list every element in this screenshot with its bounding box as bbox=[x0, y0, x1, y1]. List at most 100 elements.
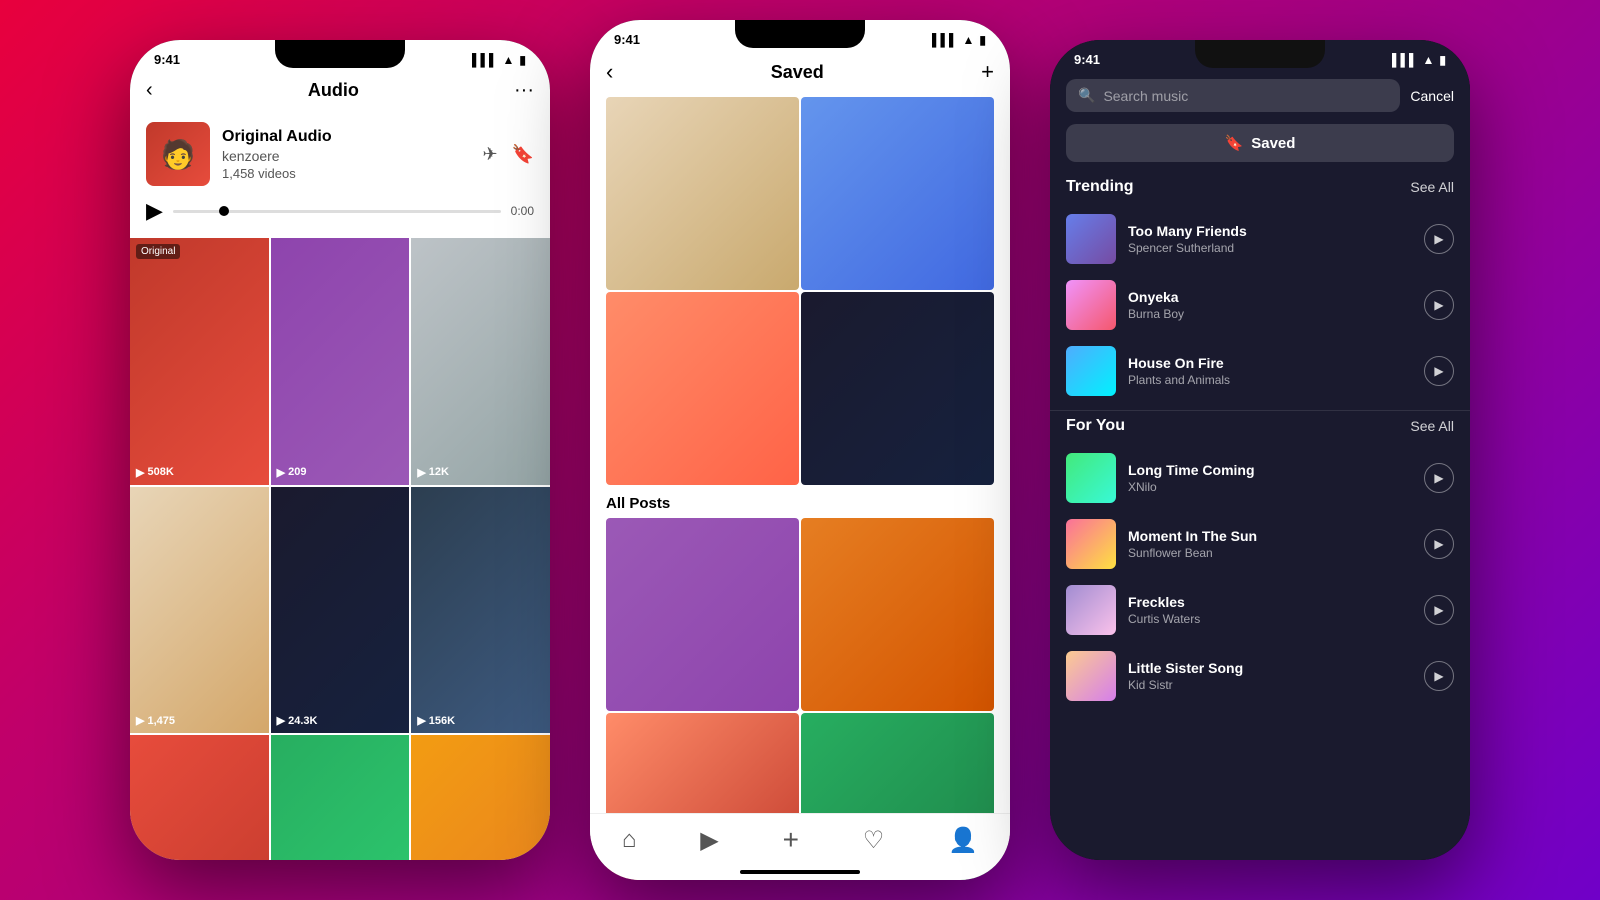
video-cell-7[interactable] bbox=[130, 735, 269, 860]
status-icons-3: ▌▌▌ ▲ ▮ bbox=[1392, 53, 1446, 67]
track-info-5: Moment In The Sun Sunflower Bean bbox=[1128, 528, 1412, 560]
trending-title: Trending bbox=[1066, 178, 1134, 196]
track-thumb-1 bbox=[1066, 214, 1116, 264]
battery-icon-2: ▮ bbox=[979, 33, 986, 47]
track-artist-5: Sunflower Bean bbox=[1128, 546, 1412, 560]
video-count-5: ▶ 24.3K bbox=[277, 714, 318, 727]
wifi-icon: ▲ bbox=[503, 53, 515, 67]
phone-music: 9:41 ▌▌▌ ▲ ▮ 🔍 Search music Cancel 🔖 Sav… bbox=[1050, 40, 1470, 860]
track-artist-4: XNilo bbox=[1128, 480, 1412, 494]
signal-icon-2: ▌▌▌ bbox=[932, 33, 958, 47]
status-time-1: 9:41 bbox=[154, 52, 180, 67]
trending-section-header: Trending See All bbox=[1050, 178, 1470, 206]
phone-saved: 9:41 ▌▌▌ ▲ ▮ ‹ Saved + All bbox=[590, 20, 1010, 880]
play-button-4[interactable]: ▶ bbox=[1424, 463, 1454, 493]
play-button-3[interactable]: ▶ bbox=[1424, 356, 1454, 386]
saved-cell-1[interactable] bbox=[606, 97, 799, 290]
track-house-on-fire[interactable]: House On Fire Plants and Animals ▶ bbox=[1050, 338, 1470, 404]
track-info-6: Freckles Curtis Waters bbox=[1128, 594, 1412, 626]
track-moment-in-sun[interactable]: Moment In The Sun Sunflower Bean ▶ bbox=[1050, 511, 1470, 577]
audio-track-title: Original Audio bbox=[222, 128, 470, 146]
video-tag-1: Original bbox=[136, 244, 180, 259]
cancel-button[interactable]: Cancel bbox=[1410, 88, 1454, 104]
track-info-7: Little Sister Song Kid Sistr bbox=[1128, 660, 1412, 692]
back-icon[interactable]: ‹ bbox=[146, 79, 153, 102]
video-cell-2[interactable]: ▶ 209 bbox=[271, 238, 410, 485]
nav-add-icon[interactable]: + bbox=[783, 824, 799, 856]
play-button-1[interactable]: ▶ bbox=[1424, 224, 1454, 254]
track-title-1: Too Many Friends bbox=[1128, 223, 1412, 239]
audio-info-section: 🧑 Original Audio kenzoere 1,458 videos ✈… bbox=[130, 114, 550, 198]
saved-cell-4[interactable] bbox=[801, 292, 994, 485]
track-info-2: Onyeka Burna Boy bbox=[1128, 289, 1412, 321]
track-thumb-2 bbox=[1066, 280, 1116, 330]
battery-icon: ▮ bbox=[519, 53, 526, 67]
track-thumb-6 bbox=[1066, 585, 1116, 635]
track-info-1: Too Many Friends Spencer Sutherland bbox=[1128, 223, 1412, 255]
for-you-see-all[interactable]: See All bbox=[1410, 418, 1454, 434]
add-icon-saved[interactable]: + bbox=[981, 59, 994, 85]
audio-video-count: 1,458 videos bbox=[222, 166, 470, 181]
video-cell-1[interactable]: Original ▶ 508K bbox=[130, 238, 269, 485]
share-icon[interactable]: ✈ bbox=[482, 144, 497, 165]
play-button-5[interactable]: ▶ bbox=[1424, 529, 1454, 559]
audio-artist-name: kenzoere bbox=[222, 148, 470, 164]
wifi-icon-2: ▲ bbox=[963, 33, 975, 47]
nav-reels-icon[interactable]: ▶ bbox=[700, 826, 718, 855]
bookmark-icon[interactable]: 🔖 bbox=[512, 144, 534, 165]
search-box[interactable]: 🔍 Search music bbox=[1066, 79, 1400, 112]
track-too-many-friends[interactable]: Too Many Friends Spencer Sutherland ▶ bbox=[1050, 206, 1470, 272]
audio-header: ‹ Audio ··· bbox=[130, 71, 550, 114]
track-artist-6: Curtis Waters bbox=[1128, 612, 1412, 626]
nav-home-icon[interactable]: ⌂ bbox=[622, 826, 637, 854]
saved-cell-2[interactable] bbox=[801, 97, 994, 290]
video-cell-6[interactable]: ▶ 156K bbox=[411, 487, 550, 734]
notch-1 bbox=[275, 40, 405, 68]
video-cell-8[interactable] bbox=[271, 735, 410, 860]
audio-thumbnail: 🧑 bbox=[146, 122, 210, 186]
play-button[interactable]: ▶ bbox=[146, 198, 163, 224]
track-freckles[interactable]: Freckles Curtis Waters ▶ bbox=[1050, 577, 1470, 643]
video-count-1: ▶ 508K bbox=[136, 466, 174, 479]
video-cell-4[interactable]: ▶ 1,475 bbox=[130, 487, 269, 734]
play-button-6[interactable]: ▶ bbox=[1424, 595, 1454, 625]
video-cell-3[interactable]: ▶ 12K bbox=[411, 238, 550, 485]
nav-heart-icon[interactable]: ♡ bbox=[863, 826, 885, 855]
track-onyeka[interactable]: Onyeka Burna Boy ▶ bbox=[1050, 272, 1470, 338]
track-artist-1: Spencer Sutherland bbox=[1128, 241, 1412, 255]
more-icon[interactable]: ··· bbox=[514, 79, 534, 102]
track-title-2: Onyeka bbox=[1128, 289, 1412, 305]
play-button-7[interactable]: ▶ bbox=[1424, 661, 1454, 691]
status-icons-2: ▌▌▌ ▲ ▮ bbox=[932, 33, 986, 47]
saved-header-title: Saved bbox=[771, 62, 824, 83]
track-info-4: Long Time Coming XNilo bbox=[1128, 462, 1412, 494]
saved-cell-6[interactable] bbox=[801, 518, 994, 711]
video-cell-5[interactable]: ▶ 24.3K bbox=[271, 487, 410, 734]
signal-icon-3: ▌▌▌ bbox=[1392, 53, 1418, 67]
track-thumb-4 bbox=[1066, 453, 1116, 503]
for-you-section-header: For You See All bbox=[1050, 417, 1470, 445]
audio-player: ▶ 0:00 bbox=[130, 198, 550, 238]
track-artist-2: Burna Boy bbox=[1128, 307, 1412, 321]
nav-profile-icon[interactable]: 👤 bbox=[948, 826, 978, 855]
progress-dot bbox=[219, 206, 229, 216]
back-icon-saved[interactable]: ‹ bbox=[606, 59, 613, 85]
saved-cell-5[interactable] bbox=[606, 518, 799, 711]
audio-action-icons: ✈ 🔖 bbox=[482, 144, 534, 165]
track-info-3: House On Fire Plants and Animals bbox=[1128, 355, 1412, 387]
saved-music-button[interactable]: 🔖 Saved bbox=[1066, 124, 1454, 162]
status-time-3: 9:41 bbox=[1074, 52, 1100, 67]
play-button-2[interactable]: ▶ bbox=[1424, 290, 1454, 320]
track-long-time-coming[interactable]: Long Time Coming XNilo ▶ bbox=[1050, 445, 1470, 511]
home-bar-2 bbox=[740, 870, 860, 874]
track-little-sister-song[interactable]: Little Sister Song Kid Sistr ▶ bbox=[1050, 643, 1470, 709]
track-title-6: Freckles bbox=[1128, 594, 1412, 610]
track-thumb-5 bbox=[1066, 519, 1116, 569]
all-posts-grid bbox=[606, 97, 994, 485]
trending-see-all[interactable]: See All bbox=[1410, 179, 1454, 195]
audio-timestamp: 0:00 bbox=[511, 204, 534, 218]
saved-cell-3[interactable] bbox=[606, 292, 799, 485]
track-title-4: Long Time Coming bbox=[1128, 462, 1412, 478]
progress-bar[interactable] bbox=[173, 210, 501, 213]
video-cell-9[interactable] bbox=[411, 735, 550, 860]
